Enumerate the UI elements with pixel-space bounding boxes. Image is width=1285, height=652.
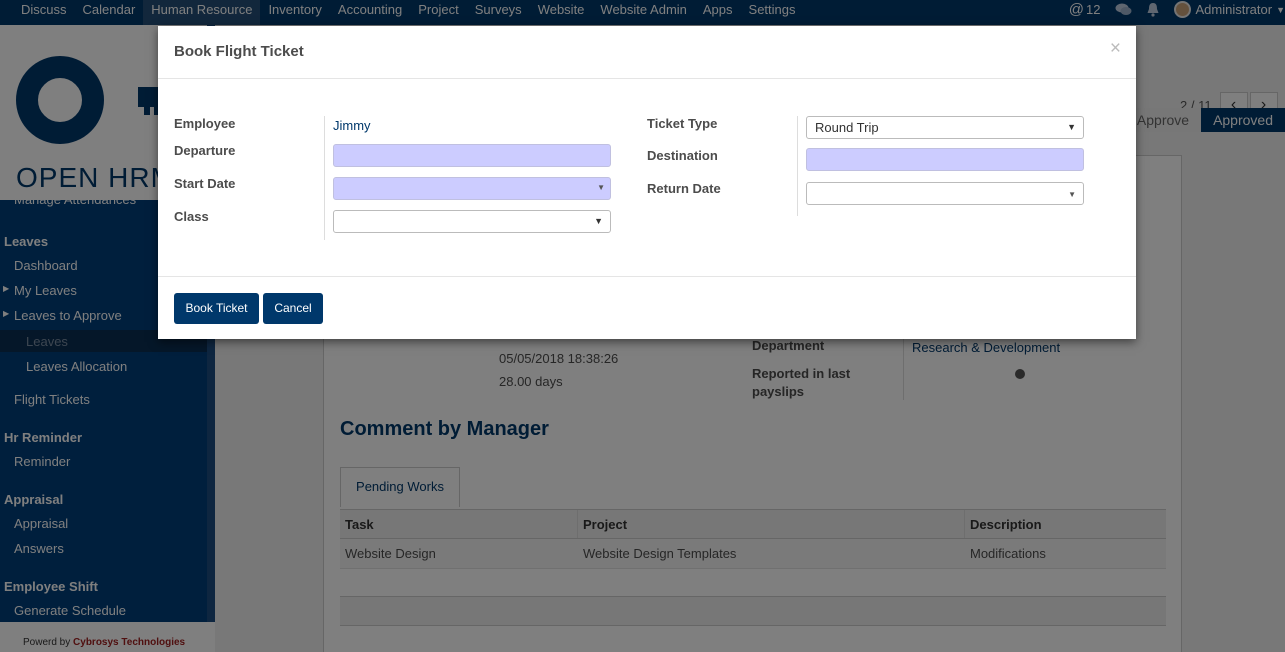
caret-down-icon: ▼: [1068, 190, 1076, 199]
ticket-type-select[interactable]: Round Trip ▼: [806, 116, 1084, 139]
start-date-picker[interactable]: ▼: [333, 177, 611, 200]
return-date-picker[interactable]: ▼: [806, 182, 1084, 205]
start-date-label: Start Date: [174, 176, 236, 191]
class-label: Class: [174, 209, 209, 224]
book-ticket-button[interactable]: Book Ticket: [174, 293, 259, 324]
return-date-label: Return Date: [647, 181, 721, 196]
ticket-type-label: Ticket Type: [647, 116, 718, 131]
dialog-title: Book Flight Ticket: [174, 43, 304, 60]
book-flight-ticket-dialog: Book Flight Ticket × Employee Jimmy Depa…: [158, 26, 1136, 339]
dialog-header: Book Flight Ticket ×: [158, 26, 1136, 79]
class-select[interactable]: ▼: [333, 210, 611, 233]
caret-down-icon: ▼: [594, 216, 603, 226]
departure-field[interactable]: [333, 144, 611, 167]
caret-down-icon: ▼: [597, 183, 605, 192]
employee-link[interactable]: Jimmy: [333, 118, 371, 133]
cancel-button[interactable]: Cancel: [263, 293, 323, 324]
destination-field[interactable]: [806, 148, 1084, 171]
column-separator: [797, 116, 798, 216]
close-icon[interactable]: ×: [1110, 39, 1121, 58]
employee-label: Employee: [174, 116, 236, 131]
caret-down-icon: ▼: [1067, 122, 1076, 132]
dialog-footer: Book Ticket Cancel: [158, 276, 1136, 339]
ticket-type-value: Round Trip: [815, 120, 879, 135]
destination-label: Destination: [647, 148, 718, 163]
departure-label: Departure: [174, 143, 236, 158]
column-separator: [324, 116, 325, 240]
